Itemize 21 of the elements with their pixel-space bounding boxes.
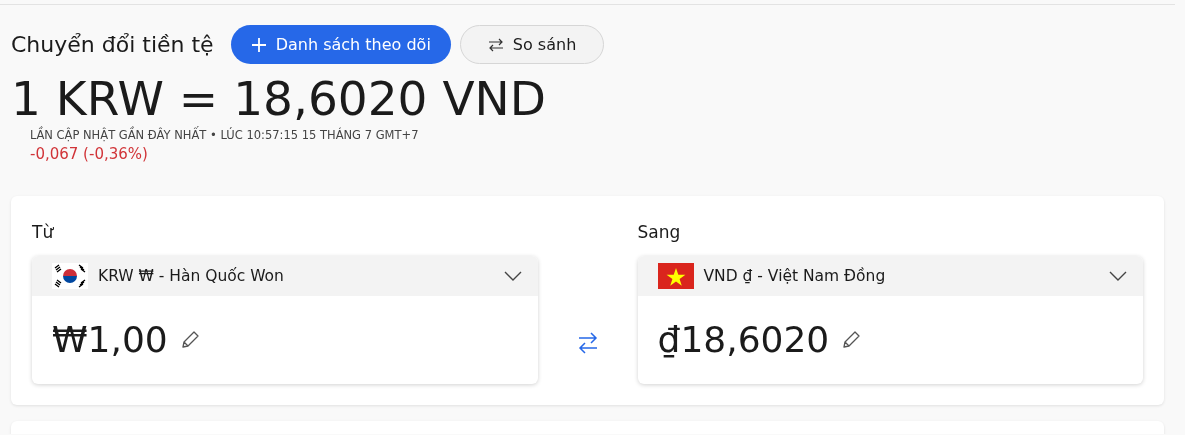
amount-value[interactable]: ₫18,6020 (657, 322, 830, 359)
field-label: Từ (32, 222, 54, 243)
plus-icon (250, 36, 267, 53)
currency-dropdown[interactable]: KRW ₩ - Hàn Quốc Won (32, 256, 538, 297)
flag-icon (657, 263, 694, 290)
flag-icon (52, 263, 88, 290)
rate-change: -0,067 (-0,36%) (30, 145, 149, 164)
last-updated-text: LẦN CẬP NHẬT GẦN ĐÂY NHẤT • LÚC 10:57:15 15 THÁNG 7 GMT+7 (30, 128, 420, 143)
swap-icon[interactable] (576, 332, 599, 355)
exchange-rate: 1 KRW = 18,6020 VND (11, 74, 547, 124)
page-title: Chuyển đổi tiền tệ (11, 32, 214, 57)
pencil-icon[interactable] (841, 330, 862, 351)
amount-value[interactable]: ₩1,00 (52, 322, 168, 359)
pencil-icon[interactable] (179, 330, 200, 351)
field-label: Sang (637, 222, 681, 243)
chevron-down-icon (1109, 271, 1127, 282)
chevron-down-icon (503, 271, 522, 282)
currency-dropdown[interactable]: VND ₫ - Việt Nam Đồng (637, 256, 1143, 297)
watchlist-button[interactable]: Danh sách theo dõi (230, 25, 451, 64)
compare-button[interactable]: So sánh (459, 25, 605, 64)
swap-icon (487, 37, 504, 52)
